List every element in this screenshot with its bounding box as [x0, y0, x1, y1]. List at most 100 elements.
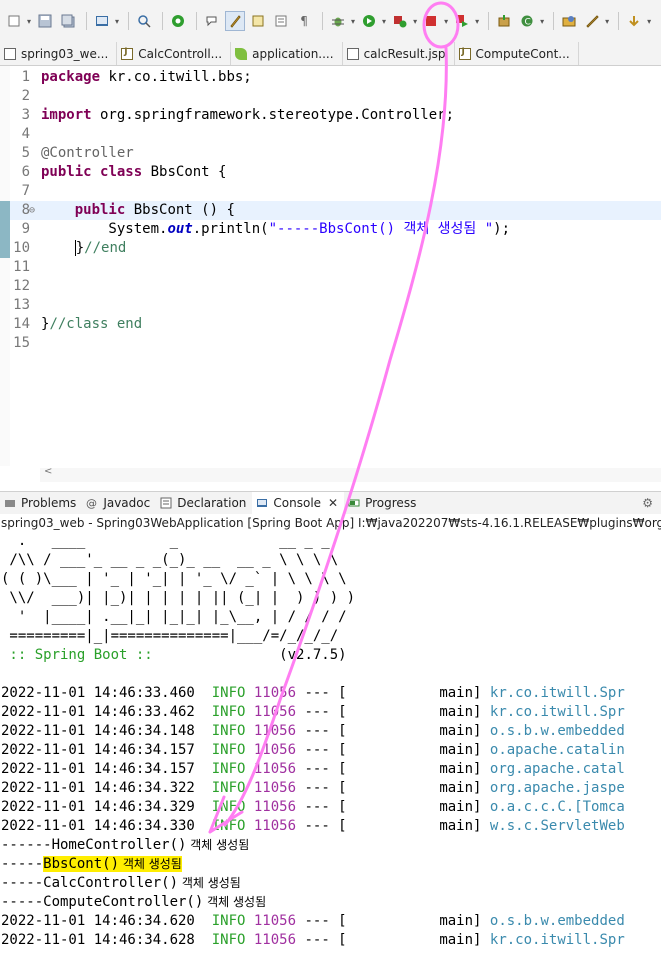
new-package-icon[interactable] — [494, 11, 514, 31]
comment: //class end — [49, 316, 143, 332]
search-icon[interactable] — [134, 11, 154, 31]
panel-tab-progress[interactable]: Progress — [344, 492, 422, 515]
code-text: .println( — [192, 221, 269, 237]
new-class-icon[interactable]: C — [517, 11, 537, 31]
log-line: 2022-11-01 14:46:34.322 INFO 11056 --- [… — [1, 779, 625, 798]
terminal-dropdown-icon[interactable]: ▾ — [115, 17, 119, 26]
stop-icon[interactable] — [421, 11, 441, 31]
log-thread: main] — [346, 761, 482, 777]
run-external-dropdown-icon[interactable]: ▾ — [413, 17, 417, 26]
string-literal: "-----BbsCont() 객체 생성됨 " — [268, 221, 494, 237]
log-line: 2022-11-01 14:46:34.330 INFO 11056 --- [… — [1, 817, 625, 836]
editor-tab[interactable]: ComputeCont... — [455, 42, 579, 65]
stop-dropdown-icon[interactable]: ▾ — [444, 17, 448, 26]
line-number: 9 — [21, 221, 30, 237]
line-number: 6 — [21, 164, 30, 180]
korean-text: 객체 생성됨 — [203, 895, 267, 909]
save-all-icon[interactable] — [58, 11, 78, 31]
boot-dashboard-icon[interactable] — [168, 11, 188, 31]
panel-tab-javadoc[interactable]: @ Javadoc — [82, 492, 156, 515]
code-line[interactable]: 14}//class end — [0, 315, 661, 334]
editor-tab[interactable]: CalcControll... — [117, 42, 232, 65]
code-line[interactable]: 5 @Controller — [0, 144, 661, 163]
banner-line: /\\ / ___'_ __ _ _(_)_ __ __ _ \ \ \ \ — [1, 552, 339, 568]
code-content: }//class end — [41, 315, 142, 334]
relaunch-icon[interactable] — [452, 11, 472, 31]
fold-toggle-icon[interactable]: ⊖ — [29, 201, 35, 220]
editor-tab[interactable]: spring03_we... — [0, 42, 118, 65]
panel-tab-console[interactable]: Console ✕ — [252, 491, 345, 515]
highlight-icon[interactable] — [225, 11, 246, 31]
toolbar-separator — [553, 12, 555, 30]
code-line[interactable]: 4 — [0, 125, 661, 144]
log-separator: --- [ — [296, 685, 347, 701]
annotation-text: @Controller — [41, 145, 134, 161]
open-task-icon[interactable] — [582, 11, 602, 31]
new-dropdown-icon[interactable]: ▾ — [27, 17, 31, 26]
highlighted-text: BbsCont() 객체 생성됨 — [43, 856, 182, 872]
code-line[interactable]: 12 — [0, 277, 661, 296]
code-line[interactable]: 7 — [0, 182, 661, 201]
relaunch-dropdown-icon[interactable]: ▾ — [475, 17, 479, 26]
code-line[interactable]: 9 System.out.println("-----BbsCont() 객체 … — [0, 220, 661, 239]
code-text: ); — [493, 221, 510, 237]
log-timestamp: 2022-11-01 14:46:34.148 — [1, 723, 212, 739]
declaration-icon — [160, 497, 172, 509]
editor-tab[interactable]: calcResult.jsp — [343, 42, 455, 65]
stdout-prefix: ------HomeController() — [1, 837, 187, 853]
code-line[interactable]: 1 package kr.co.itwill.bbs; — [0, 68, 661, 87]
next-annotation-icon[interactable] — [624, 11, 644, 31]
code-line[interactable]: 2 — [0, 87, 661, 106]
run-icon[interactable] — [359, 11, 379, 31]
log-line: 2022-11-01 14:46:33.460 INFO 11056 --- [… — [1, 684, 625, 703]
code-line[interactable]: 6 public class BbsCont { — [0, 163, 661, 182]
code-text: kr.co.itwill.bbs; — [100, 69, 252, 85]
panel-tab-problems[interactable]: Problems — [0, 492, 82, 515]
show-whitespace-icon[interactable]: ¶ — [294, 11, 314, 31]
close-icon[interactable]: ✕ — [328, 496, 338, 510]
editor-tab-label: application.... — [252, 46, 334, 61]
debug-dropdown-icon[interactable]: ▾ — [351, 17, 355, 26]
terminal-icon[interactable] — [92, 11, 112, 31]
editor-tab[interactable]: application.... — [231, 42, 343, 65]
save-icon[interactable] — [35, 11, 55, 31]
code-line[interactable]: 15 — [0, 334, 661, 353]
scroll-left-icon[interactable]: < — [44, 466, 52, 477]
open-task-dropdown-icon[interactable]: ▾ — [605, 17, 609, 26]
toggle-mark-icon[interactable] — [271, 11, 291, 31]
view-menu-icon[interactable]: ⚙ — [642, 496, 653, 510]
next-annotation-dropdown-icon[interactable]: ▾ — [647, 17, 651, 26]
line-number: 1 — [21, 69, 30, 85]
code-line[interactable]: 11 — [0, 258, 661, 277]
new-class-dropdown-icon[interactable]: ▾ — [540, 17, 544, 26]
run-dropdown-icon[interactable]: ▾ — [382, 17, 386, 26]
code-editor[interactable]: 1 package kr.co.itwill.bbs; 2 3 import org.s… — [0, 66, 661, 482]
code-line[interactable]: 10 }//end — [0, 239, 661, 258]
line-number: 4 — [21, 126, 30, 142]
debug-icon[interactable] — [328, 11, 348, 31]
log-thread: main] — [346, 704, 482, 720]
panel-tab-label: Problems — [21, 496, 77, 510]
stdout-line: -----ComputeController() 객체 생성됨 — [1, 893, 266, 912]
code-line[interactable]: 8 ⊖ public BbsCont () { — [0, 201, 661, 220]
log-line: 2022-11-01 14:46:34.148 INFO 11056 --- [… — [1, 722, 625, 741]
spring-leaf-icon — [235, 47, 248, 60]
line-number: 2 — [21, 88, 30, 104]
log-thread: main] — [346, 932, 482, 948]
horizontal-scrollbar[interactable]: < — [40, 466, 661, 482]
new-icon[interactable] — [4, 11, 24, 31]
log-thread: main] — [346, 723, 482, 739]
code-line[interactable]: 3 import org.springframework.stereotype.C… — [0, 106, 661, 125]
open-perspective-icon[interactable] — [559, 11, 579, 31]
spring-boot-version-line: :: Spring Boot :: (v2.7.5) — [1, 646, 346, 665]
toolbar-separator — [196, 12, 198, 30]
korean-text: 객체 생성됨 — [186, 838, 250, 852]
annotation-icon[interactable] — [202, 11, 222, 31]
panel-tab-declaration[interactable]: Declaration — [156, 492, 252, 515]
open-type-icon[interactable] — [248, 11, 268, 31]
run-external-icon[interactable] — [390, 11, 410, 31]
console-output[interactable]: . ____ _ __ _ _ /\\ / ___'_ __ _ _(_)_ _… — [0, 532, 661, 957]
log-separator: --- [ — [296, 799, 347, 815]
code-line[interactable]: 13 — [0, 296, 661, 315]
